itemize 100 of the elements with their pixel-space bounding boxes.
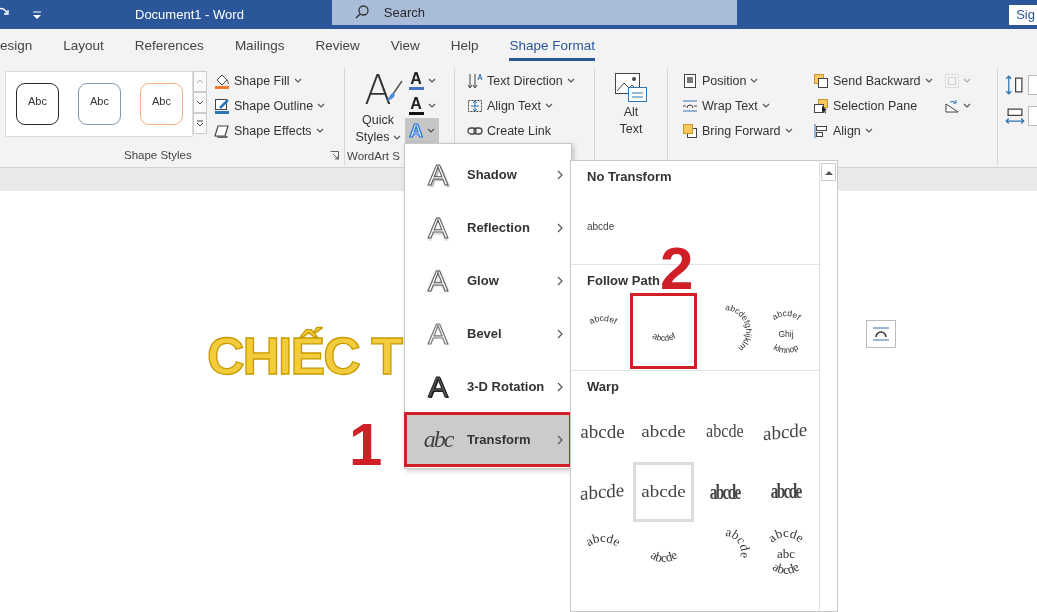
shape-style-preset[interactable]: Abc <box>16 83 59 125</box>
caret-icon <box>864 128 873 133</box>
sign-in-button[interactable]: Sig <box>1009 4 1037 25</box>
transform-option[interactable]: abcde <box>633 522 694 582</box>
caret-icon <box>963 78 971 83</box>
caret-icon <box>426 128 435 133</box>
shape-effects-icon <box>214 122 230 139</box>
ribbon-command[interactable]: Send Backward <box>810 68 935 93</box>
shape-height-icon <box>1005 75 1025 95</box>
wrap-text-icon <box>682 97 698 114</box>
caret-icon <box>750 78 759 83</box>
caret-icon <box>761 103 770 108</box>
send-backward-icon <box>813 72 829 89</box>
chevron-right-icon <box>557 434 563 445</box>
caret-icon <box>544 103 553 108</box>
picture-icon <box>614 72 648 104</box>
ribbon-command[interactable]: Bring Forward <box>679 118 810 143</box>
layout-options-icon[interactable] <box>866 320 896 348</box>
window-title: Document1 - Word <box>135 7 244 22</box>
chevron-right-icon <box>557 275 563 286</box>
search-field[interactable]: Search <box>331 0 737 25</box>
transform-option[interactable]: abcde abc abcde <box>755 522 816 582</box>
search-icon <box>353 4 370 20</box>
chevron-right-icon <box>557 222 563 233</box>
ribbon-command[interactable]: Align <box>810 118 935 143</box>
chevron-right-icon <box>557 328 563 339</box>
text-direction-icon <box>467 72 483 89</box>
scroll-down-icon[interactable] <box>196 99 204 106</box>
transform-option[interactable]: abcde <box>572 462 633 522</box>
caret-icon <box>566 78 575 83</box>
shape-style-preset[interactable]: Abc <box>140 83 183 125</box>
ribbon-command[interactable]: Shape Fill <box>211 68 329 93</box>
paint-bucket-icon <box>214 72 230 89</box>
ribbon-tab[interactable]: esign <box>0 29 33 61</box>
ribbon-tab[interactable]: Layout <box>63 29 104 61</box>
shape-style-preset[interactable]: Abc <box>78 83 121 125</box>
ribbon-command[interactable]: Create Link <box>464 118 578 143</box>
letter-effect-icon: A <box>421 210 455 245</box>
letter-effect-icon: A <box>421 263 455 298</box>
more-icon[interactable] <box>196 120 204 127</box>
transform-option[interactable]: abcde <box>755 462 816 522</box>
bring-forward-icon <box>682 122 698 139</box>
transform-option[interactable]: abcde <box>694 402 755 462</box>
alt-text-button[interactable]: Alt Text <box>614 72 648 138</box>
letter-effect-icon: A <box>421 157 455 192</box>
ribbon-command[interactable]: Align Text <box>464 93 578 118</box>
curved-sample-text: abcdef <box>633 303 694 359</box>
align-text-icon <box>467 97 483 114</box>
section-header: No Transform <box>587 169 672 184</box>
chevron-right-icon <box>557 169 563 180</box>
align-icon <box>813 122 829 139</box>
transform-option[interactable]: abcde <box>633 402 694 462</box>
transform-option[interactable]: abcdef <box>572 296 633 366</box>
transform-option[interactable]: abcde <box>694 462 755 522</box>
curved-sample-text: abcdef Ghij klmnop <box>755 303 816 359</box>
transform-option[interactable]: abcde <box>755 402 816 462</box>
letter-effect-icon: A <box>421 316 455 351</box>
step-number: 1 <box>349 415 383 475</box>
transform-option[interactable]: abcde <box>572 192 633 260</box>
ribbon-tab[interactable]: View <box>390 29 420 61</box>
transform-option[interactable]: abcde <box>572 522 633 582</box>
ribbon-command[interactable]: Selection Pane <box>810 93 935 118</box>
caret-icon <box>392 135 401 140</box>
caret-icon <box>963 103 971 108</box>
ribbon-tab[interactable]: Mailings <box>234 29 285 61</box>
ribbon-command[interactable]: Shape Outline <box>211 93 329 118</box>
section-header: Follow Path <box>587 273 660 288</box>
ribbon-tab[interactable]: Review <box>315 29 360 61</box>
transform-option[interactable]: abcdef <box>633 296 694 366</box>
transform-option[interactable]: abcde <box>633 462 694 522</box>
letter-effect-icon: abc <box>421 426 455 453</box>
transform-option[interactable]: abcde <box>572 402 633 462</box>
group-label: WordArt S <box>347 149 400 162</box>
customize-toolbar-icon[interactable] <box>32 9 42 20</box>
quick-styles-button[interactable]: A Quick Styles <box>355 68 401 146</box>
pencil-outline-icon <box>214 97 230 114</box>
transform-option[interactable]: abcdef Ghij klmnop <box>755 296 816 366</box>
rotate-icon <box>944 97 960 114</box>
chevron-right-icon <box>557 381 563 392</box>
caret-icon <box>784 128 793 133</box>
ribbon-tab[interactable]: Shape Format <box>509 29 595 61</box>
ribbon-tab[interactable]: Help <box>450 29 479 61</box>
ribbon-command[interactable]: Text Direction <box>464 68 578 93</box>
selection-pane-icon <box>813 97 829 114</box>
ribbon-command[interactable]: Position <box>679 68 810 93</box>
position-icon <box>682 72 698 89</box>
ribbon-tab[interactable]: References <box>134 29 204 61</box>
wordart-button[interactable]: A <box>405 93 439 118</box>
ribbon-command[interactable]: Wrap Text <box>679 93 810 118</box>
menu-item[interactable]: abc Transform <box>405 413 571 466</box>
caret-icon <box>427 103 436 108</box>
caret-icon <box>315 128 324 133</box>
ribbon-command[interactable]: Shape Effects <box>211 118 329 143</box>
section-header: Warp <box>587 379 620 394</box>
wordart-button[interactable]: A <box>405 68 439 93</box>
caret-icon <box>317 103 326 108</box>
letter-effect-icon: A <box>421 369 455 404</box>
group-icon <box>944 72 960 89</box>
group-label: Shape Styles <box>124 149 192 161</box>
dialog-launcher-icon[interactable] <box>330 151 339 160</box>
